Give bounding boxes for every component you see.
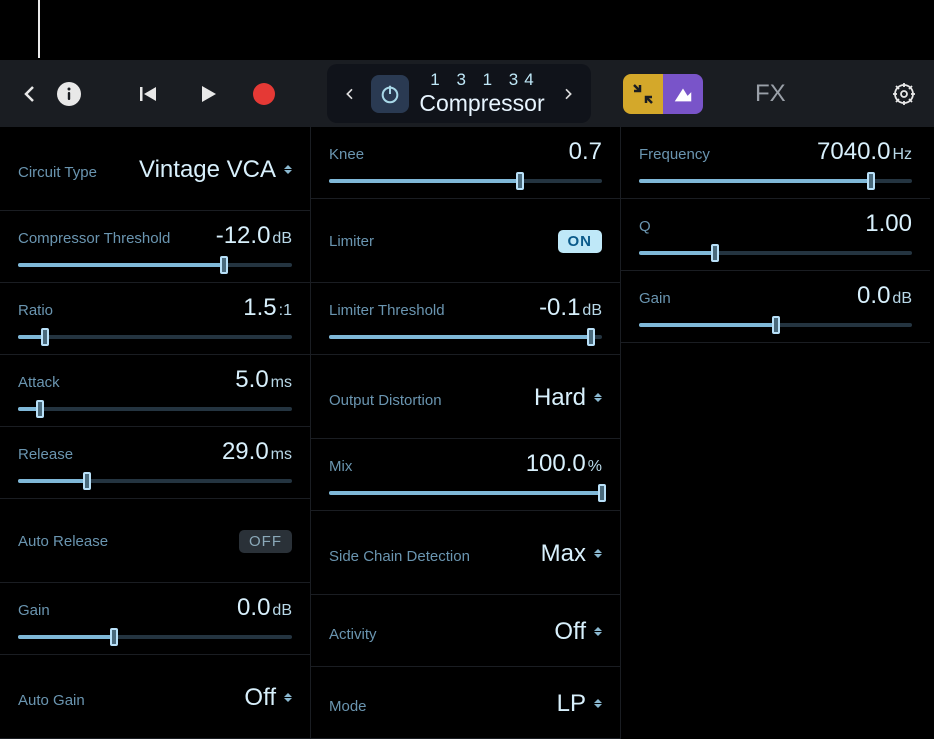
gain-param: Gain 0.0dB xyxy=(0,583,310,655)
threshold-label: Compressor Threshold xyxy=(18,230,170,247)
auto-release-label: Auto Release xyxy=(18,533,108,550)
ratio-label: Ratio xyxy=(18,302,53,319)
threshold-slider[interactable] xyxy=(18,256,292,274)
info-icon[interactable] xyxy=(57,82,81,106)
toolbar: 1 3 1 34 Compressor FX xyxy=(0,60,934,127)
circuit-type-select[interactable]: Circuit Type Vintage VCA xyxy=(0,127,310,211)
limiter-threshold-label: Limiter Threshold xyxy=(329,302,445,319)
plugin-index: 1 3 1 34 xyxy=(424,70,539,90)
plugin-name: Compressor xyxy=(419,90,544,117)
plugin-next-button[interactable] xyxy=(555,84,581,104)
mix-param: Mix 100.0% xyxy=(311,439,620,511)
plugin-power-button[interactable] xyxy=(371,75,409,113)
ratio-param: Ratio 1.5:1 xyxy=(0,283,310,355)
release-param: Release 29.0ms xyxy=(0,427,310,499)
filter-gain-slider[interactable] xyxy=(639,316,912,334)
frequency-slider[interactable] xyxy=(639,172,912,190)
eq-mode-button[interactable] xyxy=(663,74,703,114)
auto-gain-label: Auto Gain xyxy=(18,692,85,709)
mix-slider[interactable] xyxy=(329,484,602,502)
attack-label: Attack xyxy=(18,374,60,391)
transport-controls xyxy=(133,79,275,109)
release-slider[interactable] xyxy=(18,472,292,490)
q-label: Q xyxy=(639,218,651,235)
previous-button[interactable] xyxy=(133,79,163,109)
gain-label: Gain xyxy=(18,602,50,619)
attack-param: Attack 5.0ms xyxy=(0,355,310,427)
play-button[interactable] xyxy=(193,79,223,109)
knee-param: Knee 0.7 xyxy=(311,127,620,199)
q-slider[interactable] xyxy=(639,244,912,262)
mix-label: Mix xyxy=(329,458,352,475)
attack-slider[interactable] xyxy=(18,400,292,418)
activity-select[interactable]: Activity Off xyxy=(311,595,620,667)
plugin-prev-button[interactable] xyxy=(337,84,363,104)
frequency-label: Frequency xyxy=(639,146,710,163)
back-button[interactable] xyxy=(15,79,45,109)
sidechain-detection-label: Side Chain Detection xyxy=(329,548,470,565)
auto-gain-select[interactable]: Auto Gain Off xyxy=(0,655,310,739)
mode-select[interactable]: Mode LP xyxy=(311,667,620,739)
settings-button[interactable] xyxy=(889,79,919,109)
compare-mode-button[interactable] xyxy=(623,74,663,114)
limiter-threshold-slider[interactable] xyxy=(329,328,602,346)
plugin-selector: 1 3 1 34 Compressor xyxy=(327,64,591,123)
mode-label: Mode xyxy=(329,698,367,715)
circuit-type-label: Circuit Type xyxy=(18,164,97,181)
playhead-marker xyxy=(38,0,40,58)
knee-label: Knee xyxy=(329,146,364,163)
record-button[interactable] xyxy=(253,83,275,105)
compressor-threshold-param: Compressor Threshold -12.0dB xyxy=(0,211,310,283)
limiter-label: Limiter xyxy=(329,233,374,250)
q-param: Q 1.00 xyxy=(621,199,930,271)
view-mode-toggle xyxy=(623,74,703,114)
filter-gain-label: Gain xyxy=(639,290,671,307)
gain-slider[interactable] xyxy=(18,628,292,646)
auto-release-toggle[interactable]: Auto Release OFF xyxy=(0,499,310,583)
activity-label: Activity xyxy=(329,626,377,643)
fx-label[interactable]: FX xyxy=(755,80,786,108)
limiter-threshold-param: Limiter Threshold -0.1dB xyxy=(311,283,620,355)
output-distortion-select[interactable]: Output Distortion Hard xyxy=(311,355,620,439)
limiter-toggle[interactable]: Limiter ON xyxy=(311,199,620,283)
output-distortion-label: Output Distortion xyxy=(329,392,442,409)
filter-gain-param: Gain 0.0dB xyxy=(621,271,930,343)
sidechain-detection-select[interactable]: Side Chain Detection Max xyxy=(311,511,620,595)
release-label: Release xyxy=(18,446,73,463)
ratio-slider[interactable] xyxy=(18,328,292,346)
knee-slider[interactable] xyxy=(329,172,602,190)
frequency-param: Frequency 7040.0Hz xyxy=(621,127,930,199)
